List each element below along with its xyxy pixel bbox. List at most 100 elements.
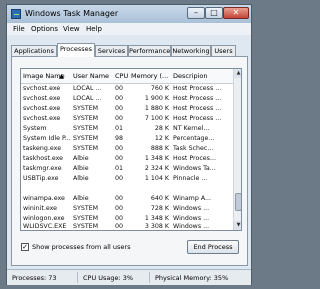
cell-image-name: svchost.exe: [23, 85, 61, 92]
status-cpu-usage: CPU Usage: 3%: [83, 274, 134, 282]
cell-memory: 7 100 K: [144, 115, 169, 122]
cell-image-name: svchost.exe: [23, 105, 61, 112]
cell-cpu: 00: [115, 223, 124, 230]
menu-file[interactable]: File: [13, 25, 25, 33]
cell-image-name: svchost.exe: [23, 95, 61, 102]
cell-memory: 1 104 K: [144, 175, 169, 182]
process-list[interactable]: ▲ Image Name User Name CPU Memory (... D…: [20, 68, 242, 231]
cell-memory: 728 K: [150, 205, 169, 212]
table-row[interactable]: svchost.exe SYSTEM 00 7 100 K Host Proce…: [21, 114, 233, 124]
cell-description: Percentage...: [173, 135, 215, 142]
minimize-button[interactable]: –: [187, 7, 205, 19]
cell-cpu: 00: [115, 85, 124, 92]
cell-memory: 12 K: [154, 135, 169, 142]
cell-user-name: Albie: [73, 175, 89, 182]
table-row[interactable]: taskhost.exe Albie 00 1 348 K Host Proce…: [21, 154, 233, 164]
cell-description: Windows ...: [173, 215, 210, 222]
close-button[interactable]: ✕: [223, 7, 249, 19]
cell-user-name: SYSTEM: [73, 145, 99, 152]
tab-processes[interactable]: Processes: [57, 43, 95, 57]
cell-user-name: Albie: [73, 155, 89, 162]
cell-image-name: System Idle P...: [23, 135, 71, 142]
cell-memory: 888 K: [150, 145, 169, 152]
cell-user-name: SYSTEM: [73, 205, 99, 212]
cell-user-name: SYSTEM: [73, 105, 99, 112]
cell-user-name: Albie: [73, 165, 89, 172]
cell-cpu: 00: [115, 95, 124, 102]
column-header-description[interactable]: Descripion: [173, 72, 207, 80]
table-row[interactable]: USBTip.exe Albie 00 1 104 K Pinnacle ...: [21, 174, 233, 184]
table-row[interactable]: winampa.exe Albie 00 640 K Winamp A...: [21, 194, 233, 204]
menu-help[interactable]: Help: [86, 25, 102, 33]
cell-memory: 1 348 K: [144, 155, 169, 162]
cell-description: Pinnacle ...: [173, 175, 208, 182]
cell-cpu: 01: [115, 165, 124, 172]
cell-image-name: taskeng.exe: [23, 145, 62, 152]
cell-memory: 28 K: [154, 125, 169, 132]
cell-description: NT Kernel...: [173, 125, 210, 132]
cell-memory: 1 900 K: [144, 95, 169, 102]
cell-cpu: 00: [115, 215, 124, 222]
cell-cpu: 01: [115, 125, 124, 132]
scrollbar-thumb[interactable]: [235, 193, 241, 211]
cell-memory: 3 308 K: [144, 223, 169, 230]
show-all-users-checkbox[interactable]: ✓: [21, 243, 29, 251]
cell-memory: 1 880 K: [144, 105, 169, 112]
status-divider: [149, 272, 150, 283]
column-header-cpu[interactable]: CPU: [115, 72, 128, 80]
table-row[interactable]: WLIDSVC.EXE SYSTEM 00 3 308 K Windows ..…: [21, 222, 233, 230]
cell-image-name: wininit.exe: [23, 205, 58, 212]
cell-description: Windows Ta...: [173, 165, 216, 172]
cell-image-name: USBTip.exe: [23, 175, 59, 182]
table-row[interactable]: taskeng.exe SYSTEM 00 888 K Task Schec..…: [21, 144, 233, 154]
cell-user-name: SYSTEM: [73, 115, 99, 122]
cell-cpu: 00: [115, 195, 124, 202]
table-row[interactable]: svchost.exe LOCAL ... 00 1 900 K Host Pr…: [21, 94, 233, 104]
task-manager-window: Windows Task Manager – □ ✕ File Options …: [6, 4, 252, 285]
cell-cpu: 00: [115, 115, 124, 122]
cell-description: Winamp A...: [173, 195, 212, 202]
cell-memory: 2 324 K: [144, 165, 169, 172]
cell-memory: 760 K: [150, 85, 169, 92]
status-physical-memory: Physical Memory: 35%: [155, 274, 229, 282]
table-row[interactable]: svchost.exe LOCAL ... 00 760 K Host Proc…: [21, 84, 233, 94]
end-process-button[interactable]: End Process: [187, 240, 239, 254]
cell-memory: 640 K: [150, 195, 169, 202]
cell-description: Host Process ...: [173, 85, 222, 92]
cell-cpu: 98: [115, 135, 124, 142]
show-all-users-label[interactable]: Show processes from all users: [32, 243, 130, 251]
table-row[interactable]: taskmgr.exe Albie 01 2 324 K Windows Ta.…: [21, 164, 233, 174]
table-row[interactable]: svchost.exe SYSTEM 00 1 880 K Host Proce…: [21, 104, 233, 114]
cell-image-name: WLIDSVC.EXE: [23, 223, 67, 230]
vertical-scrollbar[interactable]: ▲ ▼: [233, 69, 241, 230]
cell-cpu: 00: [115, 175, 124, 182]
column-header-user-name[interactable]: User Name: [73, 72, 109, 80]
cell-image-name: svchost.exe: [23, 115, 61, 122]
title-bar[interactable]: Windows Task Manager – □ ✕: [7, 5, 251, 23]
menu-bar: File Options View Help: [7, 23, 251, 35]
cell-cpu: 00: [115, 105, 124, 112]
cell-user-name: Albie: [73, 195, 89, 202]
processes-panel: ▲ Image Name User Name CPU Memory (... D…: [11, 56, 248, 266]
menu-view[interactable]: View: [63, 25, 80, 33]
cell-description: Host Process ...: [173, 95, 222, 102]
cell-user-name: SYSTEM: [73, 215, 99, 222]
cell-description: Task Schec...: [173, 145, 214, 152]
status-bar: Processes: 73 CPU Usage: 3% Physical Mem…: [7, 269, 251, 285]
cell-image-name: winlogon.exe: [23, 215, 65, 222]
column-header-image-name[interactable]: Image Name: [23, 72, 65, 80]
maximize-button[interactable]: □: [205, 7, 223, 19]
cell-memory: 1 348 K: [144, 215, 169, 222]
table-row[interactable]: [21, 184, 233, 194]
scroll-up-arrow-icon[interactable]: ▲: [234, 69, 241, 78]
table-row[interactable]: System SYSTEM 01 28 K NT Kernel...: [21, 124, 233, 134]
cell-user-name: SYSTEM: [73, 135, 99, 142]
scroll-down-arrow-icon[interactable]: ▼: [234, 221, 241, 230]
table-row[interactable]: wininit.exe SYSTEM 00 728 K Windows ...: [21, 204, 233, 214]
table-row[interactable]: System Idle P... SYSTEM 98 12 K Percenta…: [21, 134, 233, 144]
status-processes: Processes: 73: [12, 274, 57, 282]
window-title: Windows Task Manager: [25, 9, 119, 18]
column-header-memory[interactable]: Memory (...: [131, 72, 168, 80]
menu-options[interactable]: Options: [31, 25, 58, 33]
status-divider: [77, 272, 78, 283]
